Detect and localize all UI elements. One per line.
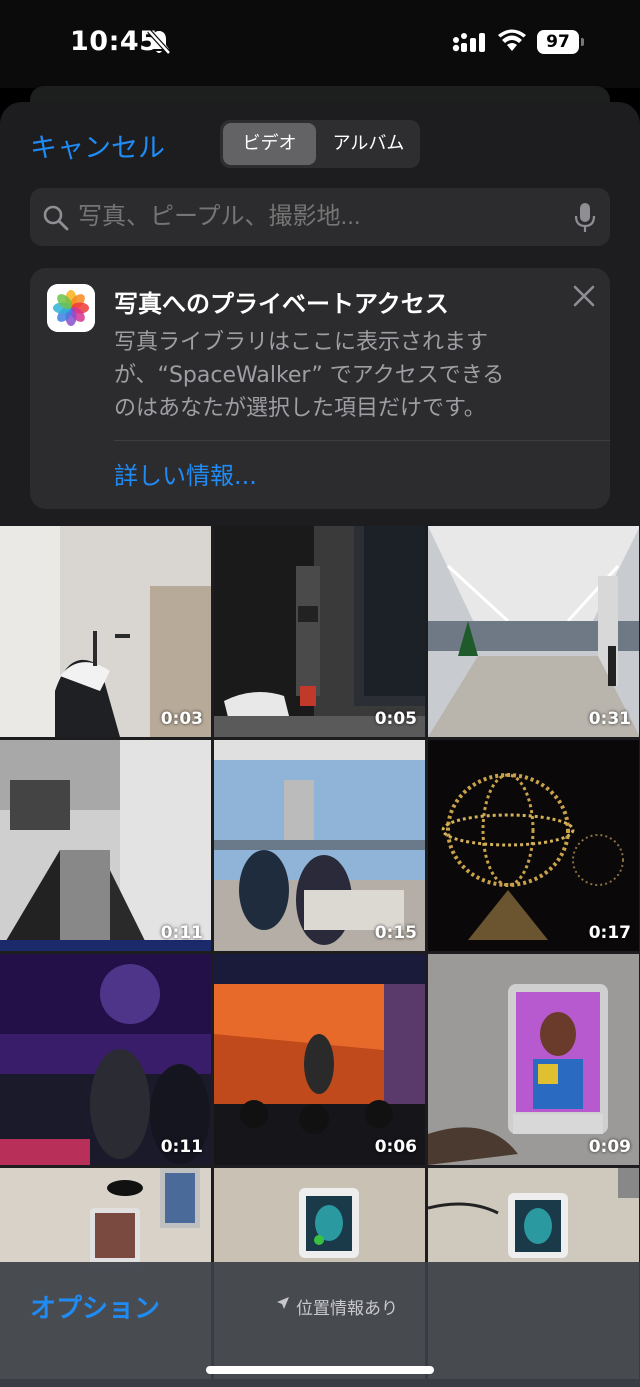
video-duration: 0:03 bbox=[160, 709, 203, 729]
status-bar: 10:45 97 bbox=[0, 0, 640, 88]
thumbnail-image bbox=[214, 954, 425, 1165]
search-icon bbox=[43, 205, 69, 231]
video-duration: 0:11 bbox=[160, 1137, 203, 1157]
video-duration: 0:09 bbox=[588, 1137, 631, 1157]
close-icon[interactable] bbox=[572, 284, 596, 308]
home-indicator[interactable] bbox=[206, 1366, 434, 1374]
media-type-segmented-control: ビデオ アルバム bbox=[220, 120, 420, 168]
search-bar[interactable] bbox=[30, 188, 610, 246]
cellular-signal-icon bbox=[452, 33, 485, 52]
video-thumbnail[interactable]: 0:03 bbox=[0, 526, 211, 737]
tab-video[interactable]: ビデオ bbox=[223, 123, 316, 165]
video-duration: 0:31 bbox=[588, 709, 631, 729]
video-thumbnail[interactable]: 0:11 bbox=[0, 954, 211, 1165]
bottom-toolbar: オプション 位置情報あり bbox=[0, 1262, 640, 1387]
card-divider bbox=[114, 440, 610, 441]
video-duration: 0:06 bbox=[374, 1137, 417, 1157]
options-button[interactable]: オプション bbox=[30, 1288, 160, 1325]
thumbnail-image bbox=[214, 740, 425, 951]
battery-tip bbox=[581, 38, 584, 46]
tab-album[interactable]: アルバム bbox=[320, 123, 417, 165]
battery-level: 97 bbox=[537, 30, 579, 54]
search-input[interactable] bbox=[78, 188, 558, 246]
video-duration: 0:15 bbox=[374, 923, 417, 943]
card-body: 写真ライブラリはここに表示されます が、“SpaceWalker” でアクセスで… bbox=[114, 326, 534, 425]
thumbnail-image bbox=[214, 526, 425, 737]
video-thumbnail[interactable]: 0:15 bbox=[214, 740, 425, 951]
location-arrow-icon bbox=[277, 1297, 289, 1309]
location-label: 位置情報あり bbox=[296, 1299, 398, 1319]
battery-indicator: 97 bbox=[537, 30, 585, 54]
thumbnail-image bbox=[428, 526, 639, 737]
thumbnail-image bbox=[0, 740, 211, 951]
thumbnail-image bbox=[0, 526, 211, 737]
photos-app-icon bbox=[47, 284, 95, 332]
card-body-line: が、“SpaceWalker” でアクセスできる bbox=[114, 363, 505, 388]
privacy-notice-card: 写真へのプライベートアクセス 写真ライブラリはここに表示されます が、“Spac… bbox=[30, 268, 610, 509]
microphone-icon[interactable] bbox=[574, 202, 596, 234]
video-thumbnail[interactable]: 0:31 bbox=[428, 526, 639, 737]
card-body-line: のはあなたが選択した項目だけです。 bbox=[114, 396, 486, 421]
video-thumbnail[interactable]: 0:11 bbox=[0, 740, 211, 951]
video-thumbnail[interactable]: 0:06 bbox=[214, 954, 425, 1165]
photo-picker-sheet: キャンセル ビデオ アルバム 写真、ピープル、撮影地... 写真へのプライベート… bbox=[0, 102, 640, 1387]
video-duration: 0:05 bbox=[374, 709, 417, 729]
card-body-line: 写真ライブラリはここに表示されます bbox=[114, 330, 489, 355]
thumbnail-image bbox=[428, 954, 639, 1165]
video-thumbnail[interactable]: 0:09 bbox=[428, 954, 639, 1165]
bell-slash-icon bbox=[147, 29, 171, 55]
video-thumbnail[interactable]: 0:17 bbox=[428, 740, 639, 951]
thumbnail-image bbox=[428, 740, 639, 951]
wifi-icon bbox=[498, 29, 526, 51]
thumbnail-image bbox=[0, 954, 211, 1165]
cancel-button[interactable]: キャンセル bbox=[30, 126, 165, 165]
video-duration: 0:11 bbox=[160, 923, 203, 943]
video-duration: 0:17 bbox=[588, 923, 631, 943]
learn-more-link[interactable]: 詳しい情報... bbox=[114, 456, 257, 491]
card-title: 写真へのプライベートアクセス bbox=[114, 290, 449, 318]
video-thumbnail[interactable]: 0:05 bbox=[214, 526, 425, 737]
